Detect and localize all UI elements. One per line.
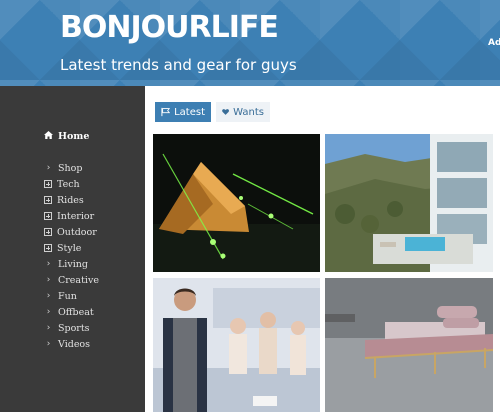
chevron-right-icon: › (46, 307, 51, 317)
sidebar-item-label: Rides (57, 194, 84, 206)
site-header: BONJOURLIFE Latest trends and gear for g… (0, 0, 500, 86)
post-card-figurines[interactable] (153, 278, 320, 412)
sidebar-item-label: Creative (58, 274, 99, 286)
sidebar-item-label: Living (58, 258, 88, 270)
sidebar-item-fun[interactable]: › Fun (44, 289, 77, 303)
sidebar-item-label: Shop (58, 162, 83, 174)
sidebar-item-creative[interactable]: › Creative (44, 273, 99, 287)
sidebar-item-label: Offbeat (58, 306, 94, 318)
post-card-daybed[interactable] (325, 278, 493, 412)
sidebar-item-videos[interactable]: › Videos (44, 337, 90, 351)
main-content: Latest Wants (145, 86, 500, 412)
chevron-right-icon: › (46, 259, 51, 269)
sidebar-item-label: Home (58, 130, 90, 142)
chevron-right-icon: › (46, 163, 51, 173)
sidebar-item-sports[interactable]: › Sports (44, 321, 90, 335)
chevron-right-icon: › (46, 339, 51, 349)
plus-square-icon (44, 196, 52, 204)
plus-square-icon (44, 244, 52, 252)
chevron-right-icon: › (46, 291, 51, 301)
sidebar-item-label: Fun (58, 290, 77, 302)
wants-filter-button[interactable]: Wants (216, 102, 270, 122)
latest-filter-button[interactable]: Latest (155, 102, 211, 122)
sidebar-item-living[interactable]: › Living (44, 257, 88, 271)
post-image-tent (153, 134, 320, 272)
sidebar-item-label: Sports (58, 322, 90, 334)
post-card-tent[interactable] (153, 134, 320, 272)
sidebar-item-label: Style (57, 242, 82, 254)
chevron-right-icon: › (46, 323, 51, 333)
sidebar-item-home[interactable]: Home (44, 129, 89, 143)
sidebar-item-outdoor[interactable]: Outdoor (44, 225, 97, 239)
latest-filter-label: Latest (174, 106, 205, 118)
plus-square-icon (44, 212, 52, 220)
post-image-figurines (153, 278, 320, 412)
sidebar-item-label: Outdoor (57, 226, 97, 238)
sidebar-item-interior[interactable]: Interior (44, 209, 94, 223)
sidebar-item-label: Interior (57, 210, 95, 222)
sidebar-item-tech[interactable]: Tech (44, 177, 80, 191)
sidebar-item-style[interactable]: Style (44, 241, 81, 255)
wants-filter-label: Wants (233, 106, 264, 118)
post-image-daybed (325, 278, 493, 412)
home-icon (44, 130, 53, 142)
plus-square-icon (44, 180, 52, 188)
flag-icon (161, 107, 171, 117)
header-nav-link[interactable]: Adv (488, 38, 500, 48)
chevron-right-icon: › (46, 275, 51, 285)
site-logo[interactable]: BONJOURLIFE (60, 10, 279, 45)
site-tagline: Latest trends and gear for guys (60, 56, 297, 74)
heart-icon (222, 109, 229, 115)
post-card-house[interactable] (325, 134, 493, 272)
sidebar-item-rides[interactable]: Rides (44, 193, 84, 207)
sidebar-nav: Home › Shop Tech Rides Interior Outdoor … (0, 86, 145, 412)
sidebar-item-label: Tech (57, 178, 80, 190)
sidebar-item-label: Videos (58, 338, 91, 350)
sidebar-item-offbeat[interactable]: › Offbeat (44, 305, 94, 319)
post-image-house (325, 134, 493, 272)
plus-square-icon (44, 228, 52, 236)
sidebar-item-shop[interactable]: › Shop (44, 161, 83, 175)
